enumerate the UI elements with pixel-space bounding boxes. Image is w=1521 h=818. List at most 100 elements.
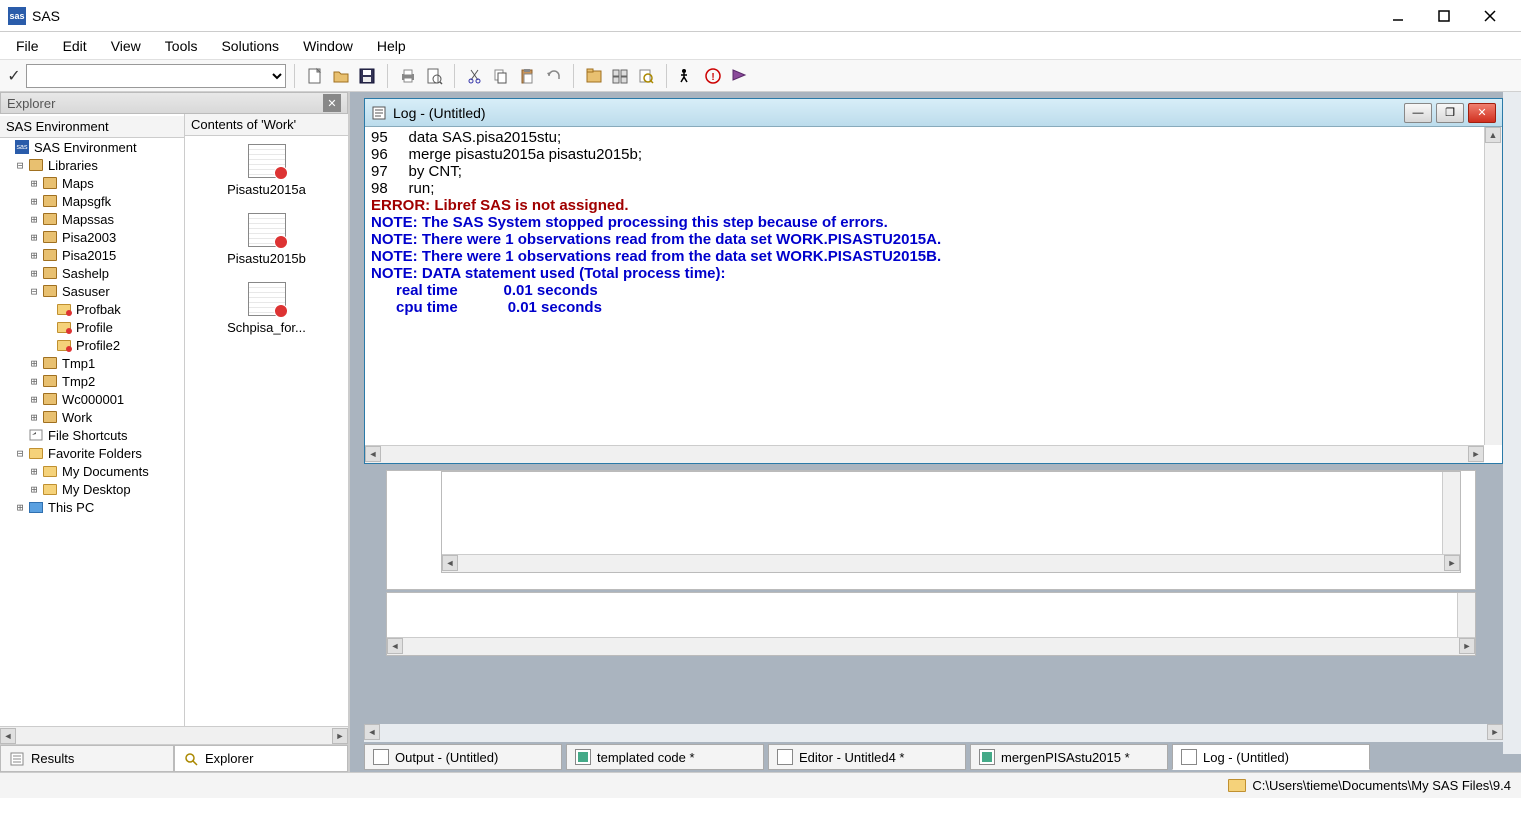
tree-twisty[interactable]: ⊞ [28,177,40,190]
tree-lib-mapssas[interactable]: ⊞Mapssas [0,210,184,228]
tree-lib-sashelp[interactable]: ⊞Sashelp [0,264,184,282]
tree-twisty[interactable]: ⊞ [28,393,40,406]
background-window-1[interactable]: ◄► [386,470,1476,590]
tree-sasuser-profile[interactable]: Profile [0,318,184,336]
contents-item-pisastu2015a[interactable]: Pisastu2015a [185,136,348,205]
tree-twisty[interactable]: ⊞ [28,465,40,478]
tree-twisty[interactable]: ⊞ [28,375,40,388]
log-line: 96 merge pisastu2015a pisastu2015b; [371,146,1496,163]
tree-twisty[interactable]: ⊞ [14,501,26,514]
tree-twisty[interactable]: ⊞ [28,357,40,370]
tree-twisty[interactable]: ⊟ [28,285,40,298]
run-icon[interactable] [675,64,699,88]
command-combo[interactable] [26,64,286,88]
tree-fav-my-desktop[interactable]: ⊞My Desktop [0,480,184,498]
workspace-tab-templated-code--[interactable]: templated code * [566,744,764,770]
new-icon[interactable] [303,64,327,88]
cut-icon[interactable] [463,64,487,88]
log-window-titlebar[interactable]: Log - (Untitled) — ❐ ✕ [365,99,1502,127]
explorer-h-scrollbar[interactable]: ◄► [0,726,348,744]
submit-check-icon[interactable]: ✓ [4,66,24,86]
magnifier-icon [183,751,199,767]
workspace-tab-editor---untitled4--[interactable]: Editor - Untitled4 * [768,744,966,770]
tree-twisty[interactable]: ⊞ [28,213,40,226]
background-window-3[interactable]: ◄► [386,592,1476,656]
explorer-close-button[interactable]: ✕ [323,94,341,112]
menu-edit[interactable]: Edit [51,34,99,58]
close-button[interactable] [1467,0,1513,32]
log-v-scrollbar[interactable]: ▲ [1484,127,1502,445]
tree-twisty[interactable]: ⊞ [28,231,40,244]
stop-icon[interactable]: ! [701,64,725,88]
tree-twisty[interactable]: ⊞ [28,195,40,208]
tree-twisty[interactable]: ⊞ [28,249,40,262]
tree-this-pc[interactable]: ⊞This PC [0,498,184,516]
tree-libraries[interactable]: ⊟Libraries [0,156,184,174]
save-icon[interactable] [355,64,379,88]
background-window-2[interactable]: ◄► [441,471,1461,573]
tree-lib-pisa2003[interactable]: ⊞Pisa2003 [0,228,184,246]
workspace-v-scrollbar[interactable] [1503,92,1521,754]
menu-file[interactable]: File [4,34,51,58]
subwin-v-scrollbar[interactable] [1442,472,1460,554]
menu-solutions[interactable]: Solutions [209,34,291,58]
menu-view[interactable]: View [99,34,153,58]
tree-lib-tmp1[interactable]: ⊞Tmp1 [0,354,184,372]
tree-lib-mapsgfk[interactable]: ⊞Mapsgfk [0,192,184,210]
tree-lib-work[interactable]: ⊞Work [0,408,184,426]
workspace-tab-output----untitled-[interactable]: Output - (Untitled) [364,744,562,770]
explorer-tab-label: Explorer [205,751,253,766]
tree-lib-sasuser[interactable]: ⊟Sasuser [0,282,184,300]
subwin-v-scrollbar[interactable] [1457,593,1475,637]
libraries-icon[interactable] [608,64,632,88]
workspace-h-scrollbar[interactable]: ◄► [364,724,1503,742]
log-minimize-button[interactable]: — [1404,103,1432,123]
contents-item-pisastu2015b[interactable]: Pisastu2015b [185,205,348,274]
log-body[interactable]: 95 data SAS.pisa2015stu;96 merge pisastu… [365,127,1502,463]
log-line: 95 data SAS.pisa2015stu; [371,129,1496,146]
open-icon[interactable] [329,64,353,88]
tree-twisty[interactable]: ⊞ [28,267,40,280]
tree-sasuser-profile2[interactable]: Profile2 [0,336,184,354]
menu-window[interactable]: Window [291,34,365,58]
log-maximize-button[interactable]: ❐ [1436,103,1464,123]
contents-view[interactable]: Contents of 'Work' Pisastu2015aPisastu20… [185,114,348,726]
tree-lib-pisa2015[interactable]: ⊞Pisa2015 [0,246,184,264]
help-icon[interactable] [727,64,751,88]
tree-fav-my-documents[interactable]: ⊞My Documents [0,462,184,480]
tree-sasuser-profbak[interactable]: Profbak [0,300,184,318]
tree-twisty[interactable]: ⊟ [14,447,26,460]
workspace-tab-mergenpisastu2015--[interactable]: mergenPISAstu2015 * [970,744,1168,770]
subwin-h-scrollbar[interactable]: ◄► [387,637,1475,655]
undo-icon[interactable] [541,64,565,88]
workspace-tab-log----untitled-[interactable]: Log - (Untitled) [1172,744,1370,770]
log-h-scrollbar[interactable]: ◄► [365,445,1484,463]
tree-lib-wc000001[interactable]: ⊞Wc000001 [0,390,184,408]
menu-tools[interactable]: Tools [153,34,210,58]
tree-twisty[interactable]: ⊟ [14,159,26,172]
contents-item-schpisafor[interactable]: Schpisa_for... [185,274,348,343]
results-tab[interactable]: Results [0,745,174,772]
explorer-icon[interactable] [582,64,606,88]
log-close-button[interactable]: ✕ [1468,103,1496,123]
tree-file-shortcuts[interactable]: File Shortcuts [0,426,184,444]
find-icon[interactable] [634,64,658,88]
tree-lib-tmp2[interactable]: ⊞Tmp2 [0,372,184,390]
print-preview-icon[interactable] [422,64,446,88]
tree-root-sas-environment[interactable]: sasSAS Environment [0,138,184,156]
tree-view[interactable]: SAS Environment sasSAS Environment⊟Libra… [0,114,185,726]
tree-twisty[interactable]: ⊞ [28,483,40,496]
mdi-workspace: Log - (Untitled) — ❐ ✕ 95 data SAS.pisa2… [350,92,1521,772]
minimize-button[interactable] [1375,0,1421,32]
tree-lib-maps[interactable]: ⊞Maps [0,174,184,192]
copy-icon[interactable] [489,64,513,88]
maximize-button[interactable] [1421,0,1467,32]
tree-node-icon [28,157,44,173]
menu-help[interactable]: Help [365,34,418,58]
tree-favorite-folders[interactable]: ⊟Favorite Folders [0,444,184,462]
paste-icon[interactable] [515,64,539,88]
explorer-tab[interactable]: Explorer [174,745,348,772]
subwin-h-scrollbar[interactable]: ◄► [442,554,1460,572]
print-icon[interactable] [396,64,420,88]
tree-twisty[interactable]: ⊞ [28,411,40,424]
